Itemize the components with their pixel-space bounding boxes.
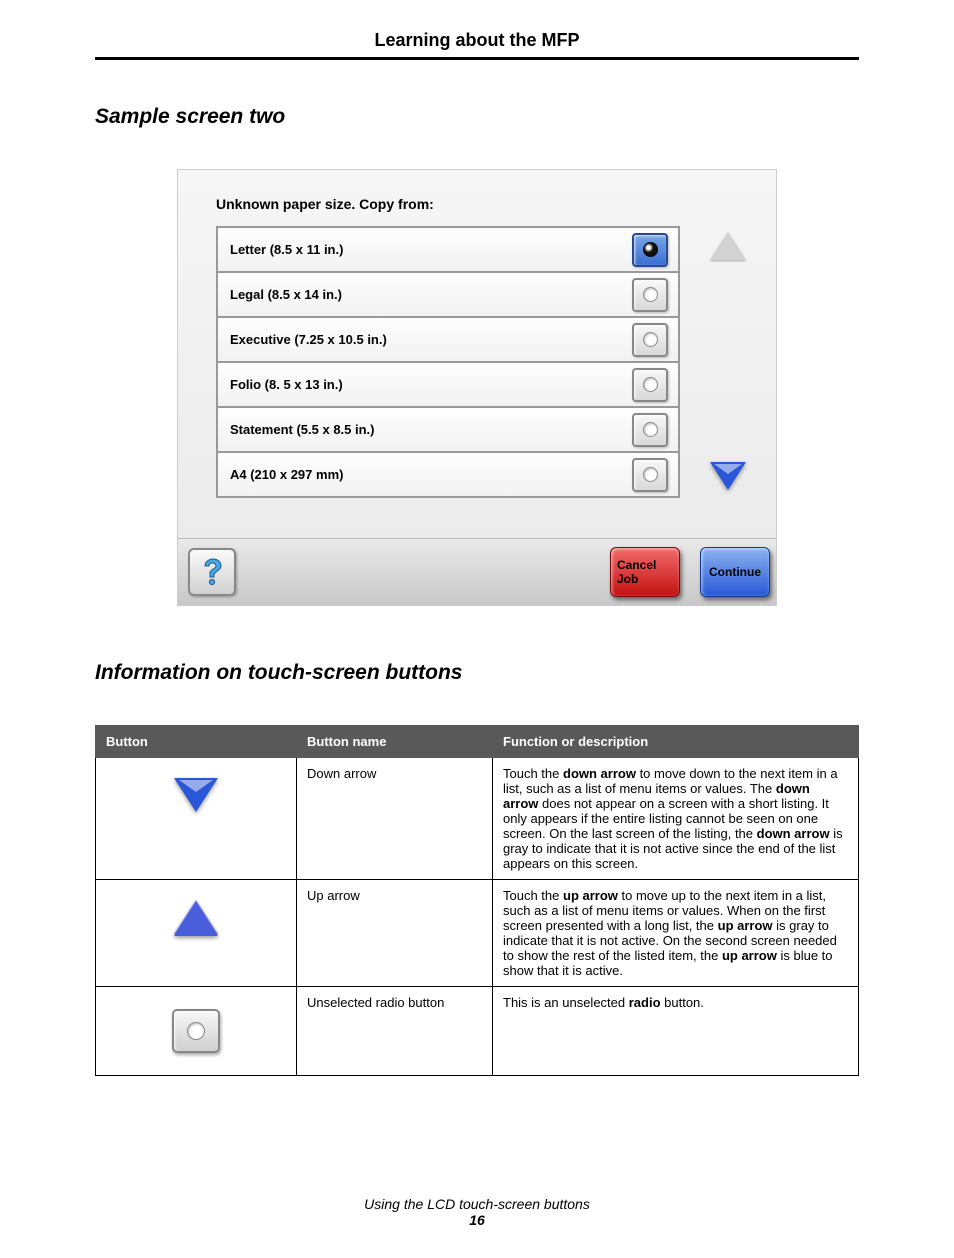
radio-unselected-icon[interactable] — [632, 278, 668, 312]
page-number: 16 — [95, 1212, 859, 1228]
list-item[interactable]: Executive (7.25 x 10.5 in.) — [218, 318, 680, 363]
option-label: Folio (8. 5 x 13 in.) — [230, 377, 343, 392]
list-item[interactable]: Folio (8. 5 x 13 in.) — [218, 363, 680, 408]
radio-unselected-icon[interactable] — [632, 458, 668, 492]
button-desc-cell: This is an unselected radio button. — [493, 987, 859, 1076]
screen-bottom-bar: Cancel Job Continue — [178, 538, 776, 605]
list-item[interactable]: Statement (5.5 x 8.5 in.) — [218, 408, 680, 453]
paper-size-list: Letter (8.5 x 11 in.) Legal (8.5 x 14 in… — [216, 226, 680, 498]
list-item[interactable]: A4 (210 x 297 mm) — [218, 453, 680, 498]
list-item[interactable]: Letter (8.5 x 11 in.) — [218, 228, 680, 273]
section-heading-sample: Sample screen two — [95, 105, 859, 129]
option-label: Legal (8.5 x 14 in.) — [230, 287, 342, 302]
screen-caption: Unknown paper size. Copy from: — [216, 196, 758, 212]
up-arrow-icon — [174, 900, 218, 934]
button-name-cell: Unselected radio button — [297, 987, 493, 1076]
help-button[interactable] — [188, 548, 236, 596]
sample-screen-panel: Unknown paper size. Copy from: Letter (8… — [177, 169, 777, 606]
radio-unselected-icon[interactable] — [632, 413, 668, 447]
radio-unselected-icon[interactable] — [632, 368, 668, 402]
page-header: Learning about the MFP — [95, 30, 859, 60]
help-icon — [198, 557, 226, 587]
col-header-name: Button name — [297, 726, 493, 758]
option-label: Statement (5.5 x 8.5 in.) — [230, 422, 375, 437]
up-arrow-icon — [710, 232, 746, 260]
page-footer: Using the LCD touch-screen buttons 16 — [95, 1196, 859, 1228]
table-row: Up arrow Touch the up arrow to move up t… — [96, 880, 859, 987]
down-arrow-icon — [174, 778, 218, 812]
button-desc-cell: Touch the up arrow to move up to the nex… — [493, 880, 859, 987]
list-item[interactable]: Legal (8.5 x 14 in.) — [218, 273, 680, 318]
button-name-cell: Down arrow — [297, 758, 493, 880]
footer-caption: Using the LCD touch-screen buttons — [95, 1196, 859, 1212]
option-label: Letter (8.5 x 11 in.) — [230, 242, 343, 257]
button-desc-cell: Touch the down arrow to move down to the… — [493, 758, 859, 880]
col-header-button: Button — [96, 726, 297, 758]
option-label: Executive (7.25 x 10.5 in.) — [230, 332, 387, 347]
radio-unselected-icon[interactable] — [632, 323, 668, 357]
cancel-job-button[interactable]: Cancel Job — [610, 547, 680, 597]
section-heading-info: Information on touch-screen buttons — [95, 661, 859, 685]
button-icon-cell — [96, 758, 297, 880]
radio-selected-icon[interactable] — [632, 233, 668, 267]
button-icon-cell — [96, 880, 297, 987]
col-header-desc: Function or description — [493, 726, 859, 758]
option-label: A4 (210 x 297 mm) — [230, 467, 343, 482]
table-row: Unselected radio button This is an unsel… — [96, 987, 859, 1076]
button-name-cell: Up arrow — [297, 880, 493, 987]
down-arrow-icon[interactable] — [710, 462, 746, 490]
button-icon-cell — [96, 987, 297, 1076]
button-info-table: Button Button name Function or descripti… — [95, 725, 859, 1076]
radio-unselected-icon — [172, 1009, 220, 1053]
table-row: Down arrow Touch the down arrow to move … — [96, 758, 859, 880]
continue-button[interactable]: Continue — [700, 547, 770, 597]
